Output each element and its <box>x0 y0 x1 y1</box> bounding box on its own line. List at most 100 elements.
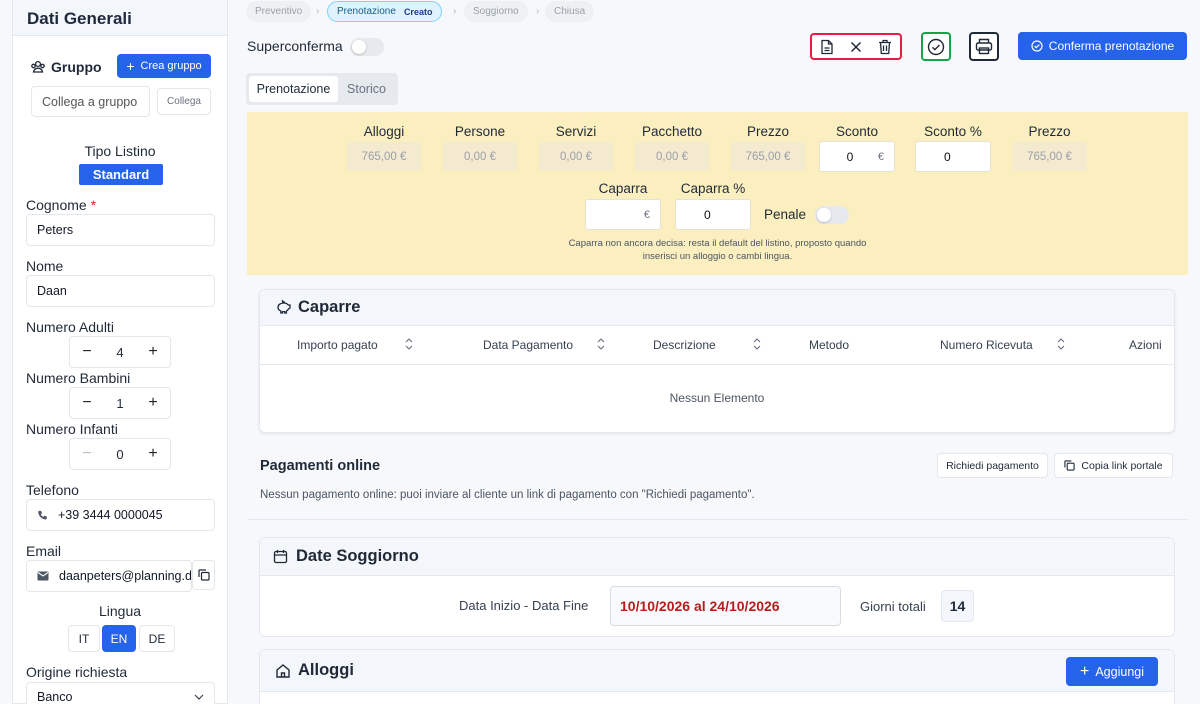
alloggi-header <box>260 650 1174 692</box>
sconto-pct-input[interactable]: 0 <box>915 141 991 172</box>
prezzo-finale-value: 765,00 € <box>1012 142 1087 171</box>
piggy-bank-icon <box>276 299 292 315</box>
origine-select[interactable]: Banco <box>26 682 215 704</box>
add-alloggio-button[interactable]: + Aggiungi <box>1066 657 1158 686</box>
col-azioni: Azioni <box>1129 338 1162 352</box>
pagamenti-message: Nessun pagamento online: puoi inviare al… <box>260 489 755 501</box>
sidebar: Dati Generali Gruppo + Crea gruppo Colle… <box>12 0 228 704</box>
infanti-stepper[interactable]: − 0 + <box>69 438 171 470</box>
servizi-price-label: Servizi <box>555 124 597 139</box>
step-prenotazione[interactable]: Prenotazione Creato <box>327 1 443 22</box>
caparra-note-line: inserisci un alloggio o cambi lingua. <box>642 251 793 262</box>
confirm-booking-button[interactable]: Conferma prenotazione <box>1018 32 1187 60</box>
pacchetto-price-label: Pacchetto <box>641 124 703 139</box>
bambini-stepper[interactable]: − 1 + <box>69 387 171 419</box>
alloggi-price-value: 765,00 € <box>347 142 421 171</box>
sconto-input[interactable]: 0 € <box>819 141 895 172</box>
step-label: Chiusa <box>554 6 586 17</box>
step-chiusa[interactable]: Chiusa <box>545 1 595 22</box>
origine-value: Banco <box>37 690 73 704</box>
col-descrizione: Descrizione <box>653 338 716 352</box>
request-payment-button[interactable]: Richiedi pagamento <box>937 453 1048 478</box>
sort-icon[interactable] <box>753 338 761 350</box>
lang-it-button[interactable]: IT <box>68 625 100 652</box>
check-circle-icon <box>1031 40 1043 52</box>
step-soggiorno[interactable]: Soggiorno <box>464 1 528 22</box>
plus-icon[interactable]: + <box>146 395 160 411</box>
caparra-label: Caparra <box>598 181 648 196</box>
plus-icon[interactable]: + <box>146 446 160 462</box>
nome-input[interactable]: Daan <box>26 275 215 307</box>
plus-icon[interactable]: + <box>146 344 160 360</box>
sort-icon[interactable] <box>1057 338 1065 350</box>
group-link-input[interactable]: Collega a gruppo e <box>31 86 150 117</box>
link-group-label: Collega <box>167 96 201 107</box>
required-mark: * <box>90 197 97 213</box>
infanti-label: Numero Infanti <box>26 421 118 437</box>
caparra-pct-input[interactable]: 0 <box>675 199 751 230</box>
minus-icon[interactable]: − <box>80 344 94 360</box>
minus-icon[interactable]: − <box>80 395 94 411</box>
tab-prenotazione[interactable]: Prenotazione <box>249 76 338 102</box>
trash-icon[interactable] <box>878 39 892 55</box>
adulti-stepper[interactable]: − 4 + <box>69 336 171 368</box>
table-divider <box>260 364 1174 365</box>
plus-icon: + <box>1080 662 1090 680</box>
confirm-booking-label: Conferma prenotazione <box>1048 39 1175 53</box>
superconferma-label: Superconferma <box>247 38 343 54</box>
alloggi-title: Alloggi <box>298 661 354 679</box>
penale-toggle[interactable] <box>815 206 849 224</box>
copy-portal-link-button[interactable]: Copia link portale <box>1054 453 1173 478</box>
telefono-input[interactable]: +39 3444 0000045 <box>26 499 215 531</box>
home-icon <box>275 663 291 679</box>
listino-standard-badge[interactable]: Standard <box>79 164 163 185</box>
sort-icon[interactable] <box>597 338 605 350</box>
chevron-right-icon: › <box>536 6 540 17</box>
print-button[interactable] <box>969 32 999 61</box>
minus-icon[interactable]: − <box>80 446 94 462</box>
sidebar-title: Dati Generali <box>13 0 227 36</box>
superconferma-toggle[interactable] <box>350 38 384 56</box>
date-range-input[interactable]: 10/10/2026 al 24/10/2026 <box>610 586 841 626</box>
copy-icon <box>197 569 210 581</box>
mail-icon <box>37 571 49 581</box>
email-value: daanpeters@planning.d <box>59 569 192 583</box>
step-preventivo[interactable]: Preventivo <box>246 1 312 22</box>
link-group-button[interactable]: Collega <box>157 88 211 115</box>
tab-storico[interactable]: Storico <box>338 76 395 102</box>
chevron-right-icon: › <box>316 6 320 17</box>
copy-email-button[interactable] <box>192 560 215 590</box>
caparre-header <box>260 290 1174 326</box>
date-soggiorno-title: Date Soggiorno <box>296 547 419 565</box>
euro-unit: € <box>643 208 650 221</box>
listino-value: Standard <box>92 167 150 182</box>
prezzo-value: 765,00 € <box>731 142 805 171</box>
nome-value: Daan <box>37 284 67 298</box>
create-group-button[interactable]: + Crea gruppo <box>117 54 211 78</box>
confirm-check-button[interactable] <box>921 32 951 61</box>
caparra-input[interactable]: € <box>585 199 661 230</box>
cognome-value: Peters <box>37 223 74 237</box>
section-divider <box>247 519 1188 520</box>
group-label: Gruppo <box>51 59 102 75</box>
copy-icon <box>1064 460 1076 471</box>
close-icon[interactable] <box>850 41 862 53</box>
sconto-label: Sconto <box>835 124 879 139</box>
sort-icon[interactable] <box>405 338 413 350</box>
document-actions-group <box>810 33 902 60</box>
penale-label: Penale <box>764 207 807 222</box>
step-label: Soggiorno <box>473 6 519 17</box>
caparra-note-line: Caparra non ancora decisa: resta il defa… <box>568 238 867 249</box>
email-input[interactable]: daanpeters@planning.d <box>26 560 192 592</box>
tab-label: Storico <box>347 82 386 96</box>
bambini-label: Numero Bambini <box>26 370 131 386</box>
calendar-icon <box>273 549 288 564</box>
cognome-input[interactable]: Peters <box>26 214 215 246</box>
servizi-price-value: 0,00 € <box>539 142 613 171</box>
lang-de-button[interactable]: DE <box>139 625 175 652</box>
copy-portal-link-label: Copia link portale <box>1081 459 1163 472</box>
sconto-pct-value: 0 <box>944 149 951 164</box>
document-icon[interactable] <box>820 39 834 55</box>
col-metodo: Metodo <box>809 338 850 352</box>
lang-en-button[interactable]: EN <box>102 625 136 652</box>
